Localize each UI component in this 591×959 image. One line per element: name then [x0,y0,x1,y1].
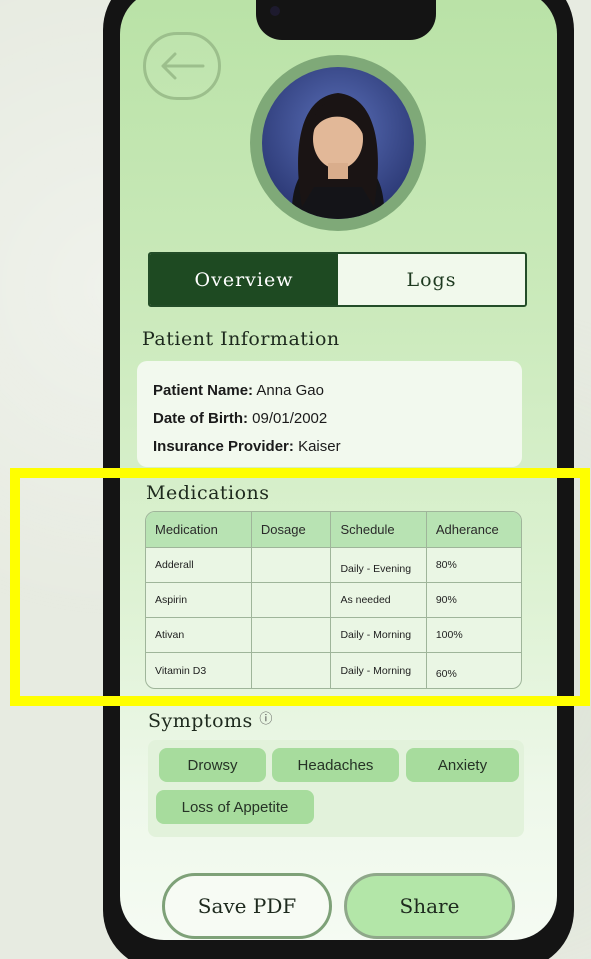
symptom-chip-headaches[interactable]: Headaches [272,748,399,782]
back-button[interactable] [143,32,221,100]
arrow-left-icon [161,52,205,80]
phone-notch [256,0,436,40]
insurance-label: Insurance Provider: [153,438,294,455]
symptoms-title: Symptoms ⓘ [148,708,273,732]
dob-row: Date of Birth: 09/01/2002 [153,405,506,433]
symptoms-title-text: Symptoms [148,710,253,732]
avatar [262,67,414,219]
patient-name-row: Patient Name: Anna Gao [153,377,506,405]
share-button[interactable]: Share [344,873,515,939]
front-camera [270,6,280,16]
symptom-chip-drowsy[interactable]: Drowsy [159,748,266,782]
patient-name-label: Patient Name: [153,382,254,399]
insurance-value: Kaiser [298,438,341,455]
save-pdf-button[interactable]: Save PDF [162,873,332,939]
patient-info-title: Patient Information [142,328,340,350]
symptom-chip-anxiety[interactable]: Anxiety [406,748,519,782]
info-icon[interactable]: ⓘ [259,712,273,727]
dob-value: 09/01/2002 [252,410,328,427]
tab-logs[interactable]: Logs [338,254,525,305]
avatar-photo [262,67,414,219]
patient-name-value: Anna Gao [256,382,324,399]
tab-overview[interactable]: Overview [150,254,338,305]
highlight-box [10,468,590,706]
symptom-chip-loss-of-appetite[interactable]: Loss of Appetite [156,790,314,824]
tab-bar: Overview Logs [148,252,527,307]
insurance-row: Insurance Provider: Kaiser [153,433,506,461]
dob-label: Date of Birth: [153,410,248,427]
patient-info-card: Patient Name: Anna Gao Date of Birth: 09… [137,361,522,467]
